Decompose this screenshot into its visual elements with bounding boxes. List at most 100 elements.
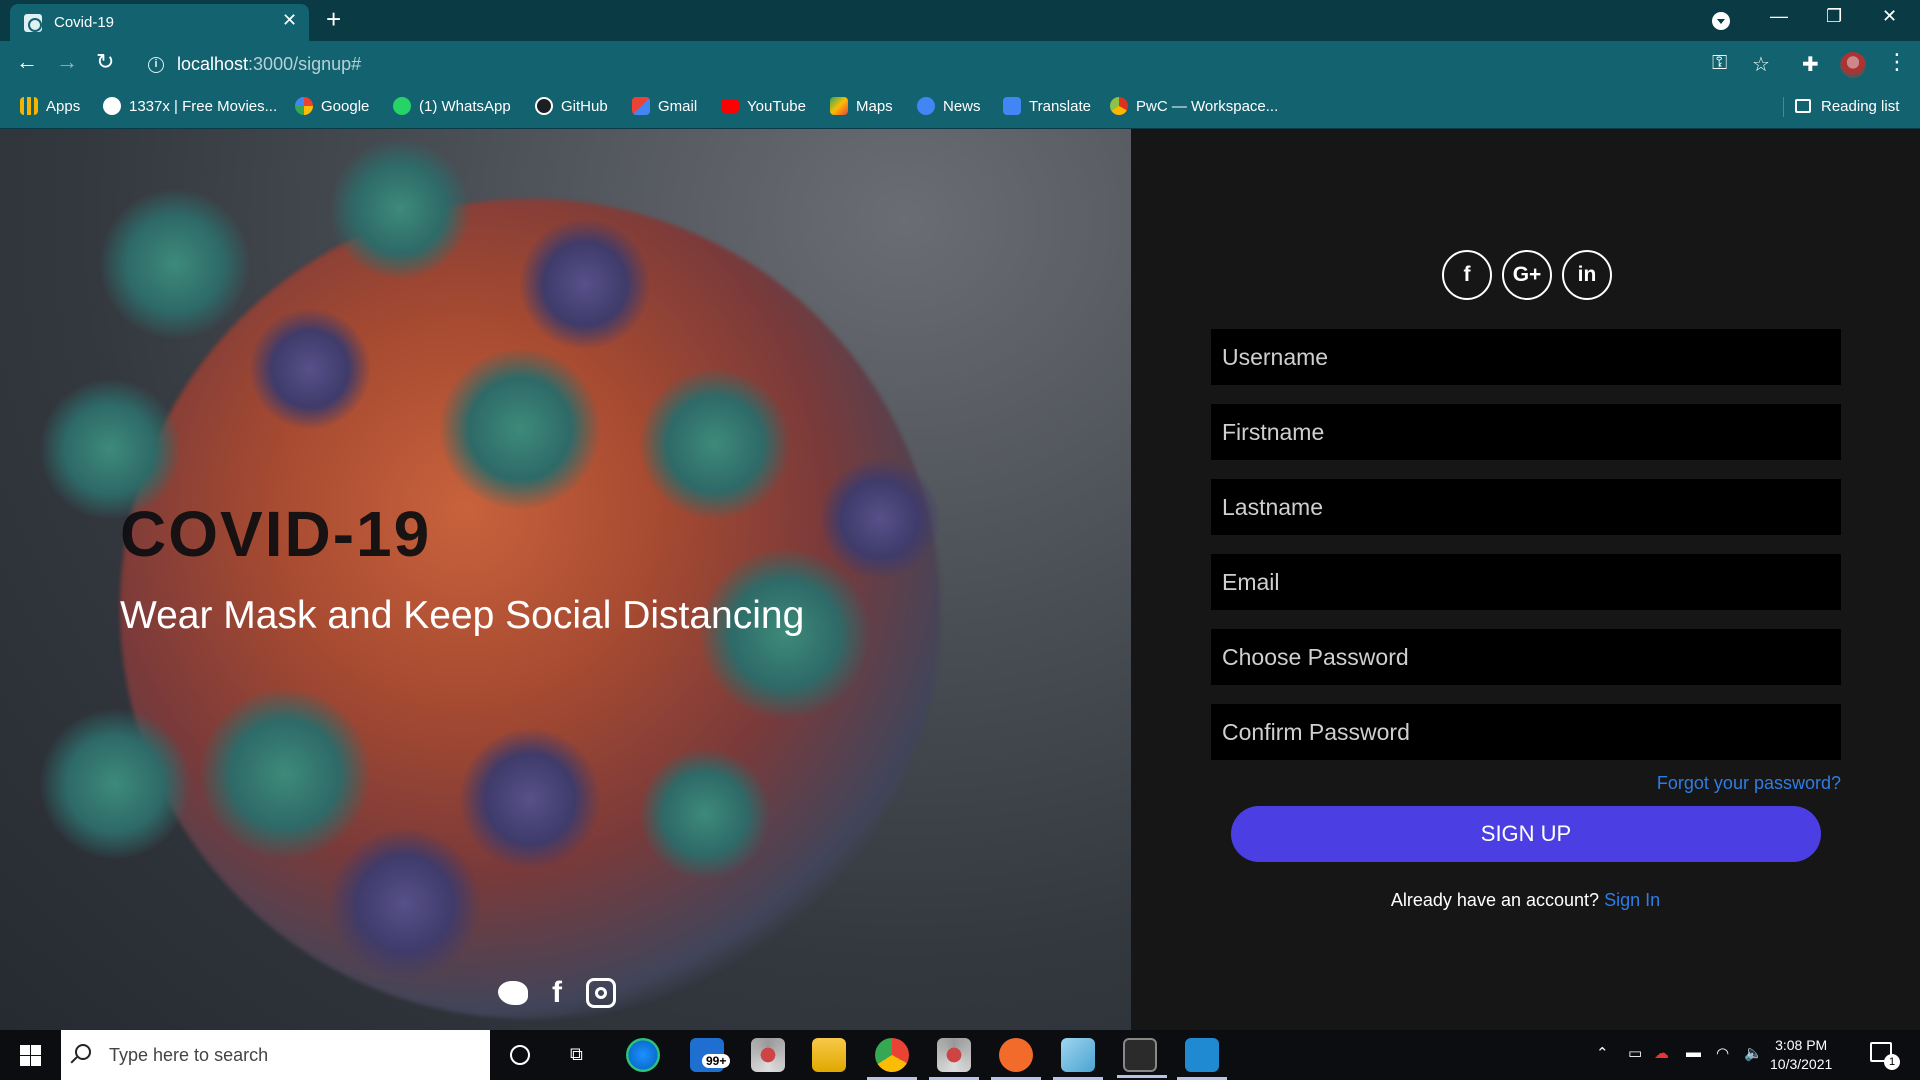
new-tab-button[interactable]: + bbox=[326, 4, 341, 34]
bookmark-gmail[interactable]: Gmail bbox=[632, 89, 697, 123]
cortana-icon[interactable] bbox=[510, 1045, 530, 1065]
volume-icon[interactable]: 🔈 bbox=[1744, 1044, 1763, 1062]
restore-icon[interactable]: ❐ bbox=[1826, 6, 1842, 27]
show-hidden-icons-icon[interactable]: ⌃ bbox=[1596, 1044, 1609, 1062]
notification-count: 1 bbox=[1884, 1054, 1900, 1070]
file-explorer-icon[interactable] bbox=[812, 1038, 846, 1072]
menu-icon[interactable]: ⋮ bbox=[1886, 49, 1908, 75]
key-icon[interactable]: ⚿ bbox=[1712, 52, 1727, 75]
notifications-icon[interactable]: 1 bbox=[1870, 1042, 1900, 1070]
linkedin-login-button[interactable]: in bbox=[1562, 250, 1612, 300]
taskbar-search[interactable]: Type here to search bbox=[61, 1030, 490, 1080]
pwc-icon bbox=[1110, 97, 1128, 115]
virus-spike bbox=[330, 829, 480, 979]
apps-grid-icon bbox=[20, 97, 38, 115]
browser-tab[interactable]: Covid-19 ✕ bbox=[10, 4, 309, 41]
url-host: localhost bbox=[177, 54, 249, 74]
forward-icon[interactable]: → bbox=[56, 49, 78, 75]
bookmark-github[interactable]: GitHub bbox=[535, 89, 608, 123]
virus-spike bbox=[250, 309, 370, 429]
taskbar-search-placeholder: Type here to search bbox=[109, 1045, 269, 1065]
covid-favicon-icon bbox=[24, 14, 42, 32]
bookmark-star-icon[interactable]: ☆ bbox=[1752, 52, 1770, 77]
facebook-login-button[interactable]: f bbox=[1442, 250, 1492, 300]
site-info-icon[interactable]: i bbox=[148, 57, 164, 73]
1337x-icon bbox=[103, 97, 121, 115]
spider-app-icon[interactable] bbox=[751, 1038, 785, 1072]
hero-title: COVID-19 bbox=[120, 498, 432, 570]
back-icon[interactable]: ← bbox=[16, 49, 38, 75]
youtube-icon bbox=[721, 99, 739, 113]
minimize-icon[interactable]: — bbox=[1770, 6, 1788, 27]
bookmark-pwc[interactable]: PwC — Workspace... bbox=[1110, 89, 1278, 123]
windows-start-icon[interactable] bbox=[20, 1045, 41, 1066]
url-path: :3000/signup# bbox=[248, 54, 362, 74]
virus-spike bbox=[100, 189, 250, 339]
already-account-text: Already have an account? bbox=[1390, 890, 1600, 910]
reading-list-button[interactable]: Reading list bbox=[1782, 89, 1899, 123]
tab-close-icon[interactable]: ✕ bbox=[282, 10, 297, 31]
firstname-input[interactable] bbox=[1211, 404, 1841, 460]
signup-panel: f G+ in Forgot your password? SIGN UP Al… bbox=[1131, 129, 1920, 1030]
forgot-password-link[interactable]: Forgot your password? bbox=[1657, 773, 1841, 794]
onedrive-icon[interactable]: ☁ bbox=[1654, 1044, 1669, 1062]
password-input[interactable] bbox=[1211, 629, 1841, 685]
task-view-icon[interactable]: ⧉ bbox=[570, 1044, 583, 1065]
maps-icon bbox=[830, 97, 848, 115]
battery-icon[interactable]: ▬ bbox=[1686, 1044, 1701, 1061]
virus-spike bbox=[460, 729, 600, 869]
signin-link[interactable]: Sign In bbox=[1604, 890, 1660, 910]
notepad-app-icon[interactable] bbox=[1053, 1038, 1103, 1080]
spider-app-2-icon[interactable] bbox=[929, 1038, 979, 1080]
meet-now-icon[interactable]: ▭ bbox=[1628, 1044, 1642, 1062]
tab-search-icon[interactable] bbox=[1712, 12, 1730, 30]
twitter-icon[interactable] bbox=[498, 981, 528, 1005]
edge-icon[interactable] bbox=[626, 1038, 660, 1072]
virus-spike bbox=[40, 709, 190, 859]
virus-spike bbox=[520, 219, 650, 349]
facebook-icon[interactable]: f bbox=[552, 976, 562, 1010]
vscode-icon[interactable] bbox=[1177, 1038, 1227, 1080]
chrome-icon[interactable] bbox=[867, 1038, 917, 1080]
virus-spike bbox=[200, 689, 370, 859]
bookmark-translate[interactable]: Translate bbox=[1003, 89, 1091, 123]
search-icon bbox=[75, 1044, 91, 1060]
signin-prompt: Already have an account? Sign In bbox=[1131, 890, 1920, 911]
browser-tab-bar: Covid-19 ✕ + — ❐ ✕ bbox=[0, 0, 1920, 41]
extensions-icon[interactable]: ✚ bbox=[1802, 52, 1819, 77]
email-input[interactable] bbox=[1211, 554, 1841, 610]
profile-avatar[interactable] bbox=[1840, 52, 1866, 78]
google-login-button[interactable]: G+ bbox=[1502, 250, 1552, 300]
social-links: f bbox=[498, 976, 616, 1010]
wifi-icon[interactable]: ◠ bbox=[1716, 1044, 1729, 1062]
tab-title: Covid-19 bbox=[54, 14, 115, 31]
bookmark-maps[interactable]: Maps bbox=[830, 89, 893, 123]
virus-spike bbox=[440, 349, 600, 509]
instagram-icon[interactable] bbox=[586, 978, 616, 1008]
browser-toolbar: ← → ↻ i localhost:3000/signup# ⚿ ☆ ✚ ⋮ bbox=[0, 41, 1920, 89]
google-icon bbox=[295, 97, 313, 115]
close-window-icon[interactable]: ✕ bbox=[1882, 6, 1897, 27]
reload-icon[interactable]: ↻ bbox=[96, 49, 114, 75]
bookmark-youtube[interactable]: YouTube bbox=[721, 89, 806, 123]
confirm-password-input[interactable] bbox=[1211, 704, 1841, 760]
system-clock[interactable]: 3:08 PM 10/3/2021 bbox=[1770, 1036, 1832, 1074]
bookmark-1337x[interactable]: 1337x | Free Movies... bbox=[103, 89, 277, 123]
hero-section: COVID-19 Wear Mask and Keep Social Dista… bbox=[0, 129, 1131, 1030]
clock-date: 10/3/2021 bbox=[1770, 1056, 1833, 1072]
clock-time: 3:08 PM bbox=[1775, 1037, 1828, 1053]
terminal-icon[interactable] bbox=[1117, 1038, 1167, 1078]
username-input[interactable] bbox=[1211, 329, 1841, 385]
signup-button[interactable]: SIGN UP bbox=[1231, 806, 1821, 862]
virus-spike bbox=[640, 749, 770, 879]
address-bar[interactable]: localhost:3000/signup# bbox=[177, 54, 361, 75]
bookmark-news[interactable]: News bbox=[917, 89, 981, 123]
bookmark-google[interactable]: Google bbox=[295, 89, 369, 123]
bookmark-whatsapp[interactable]: (1) WhatsApp bbox=[393, 89, 511, 123]
bookmark-apps[interactable]: Apps bbox=[20, 89, 80, 123]
lastname-input[interactable] bbox=[1211, 479, 1841, 535]
gmail-icon bbox=[632, 97, 650, 115]
virus-spike bbox=[640, 369, 790, 519]
translate-icon bbox=[1003, 97, 1021, 115]
postman-icon[interactable] bbox=[991, 1038, 1041, 1080]
